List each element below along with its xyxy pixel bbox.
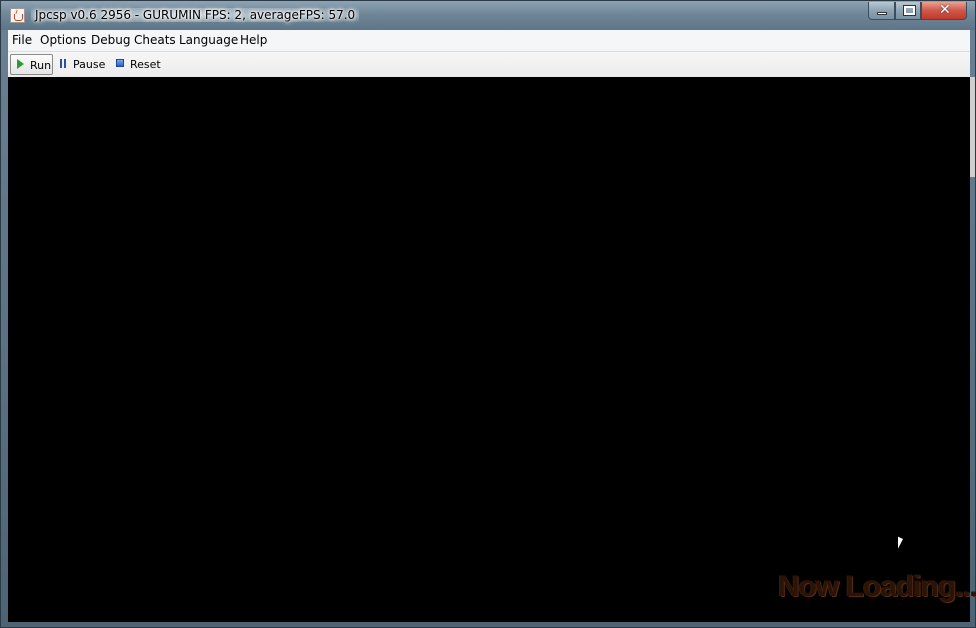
title-bar[interactable]: Jpcsp v0.6 2956 - GURUMIN FPS: 2, averag… — [1, 1, 975, 30]
menu-bar: File Options Debug Cheats Language Help — [8, 30, 970, 52]
close-button[interactable]: ✕ — [921, 2, 967, 20]
menu-help[interactable]: Help — [240, 33, 267, 47]
app-window: Jpcsp v0.6 2956 - GURUMIN FPS: 2, averag… — [0, 0, 976, 628]
minimize-icon — [877, 12, 887, 15]
window-edge — [970, 77, 975, 177]
menu-cheats[interactable]: Cheats — [134, 33, 176, 47]
reset-button[interactable]: Reset — [112, 54, 166, 75]
run-label: Run — [30, 59, 52, 72]
pause-button[interactable]: Pause — [58, 54, 108, 75]
play-icon — [17, 59, 24, 69]
minimize-button[interactable] — [868, 2, 895, 20]
emulator-display[interactable] — [8, 77, 970, 622]
menu-debug[interactable]: Debug — [91, 33, 130, 47]
menu-language[interactable]: Language — [179, 33, 238, 47]
menu-options[interactable]: Options — [40, 33, 86, 47]
loading-text: Now Loading... — [778, 570, 976, 603]
maximize-icon — [903, 5, 916, 16]
reset-label: Reset — [130, 58, 161, 71]
pause-label: Pause — [73, 58, 106, 71]
window-title: Jpcsp v0.6 2956 - GURUMIN FPS: 2, averag… — [31, 8, 360, 22]
run-button[interactable]: Run — [10, 54, 53, 75]
menu-file[interactable]: File — [12, 33, 32, 47]
java-cup-icon[interactable] — [10, 8, 25, 23]
stop-icon — [116, 59, 124, 67]
toolbar: Run Pause Reset — [8, 52, 970, 78]
pause-icon — [60, 59, 67, 68]
close-icon: ✕ — [939, 2, 951, 18]
maximize-button[interactable] — [895, 2, 921, 20]
